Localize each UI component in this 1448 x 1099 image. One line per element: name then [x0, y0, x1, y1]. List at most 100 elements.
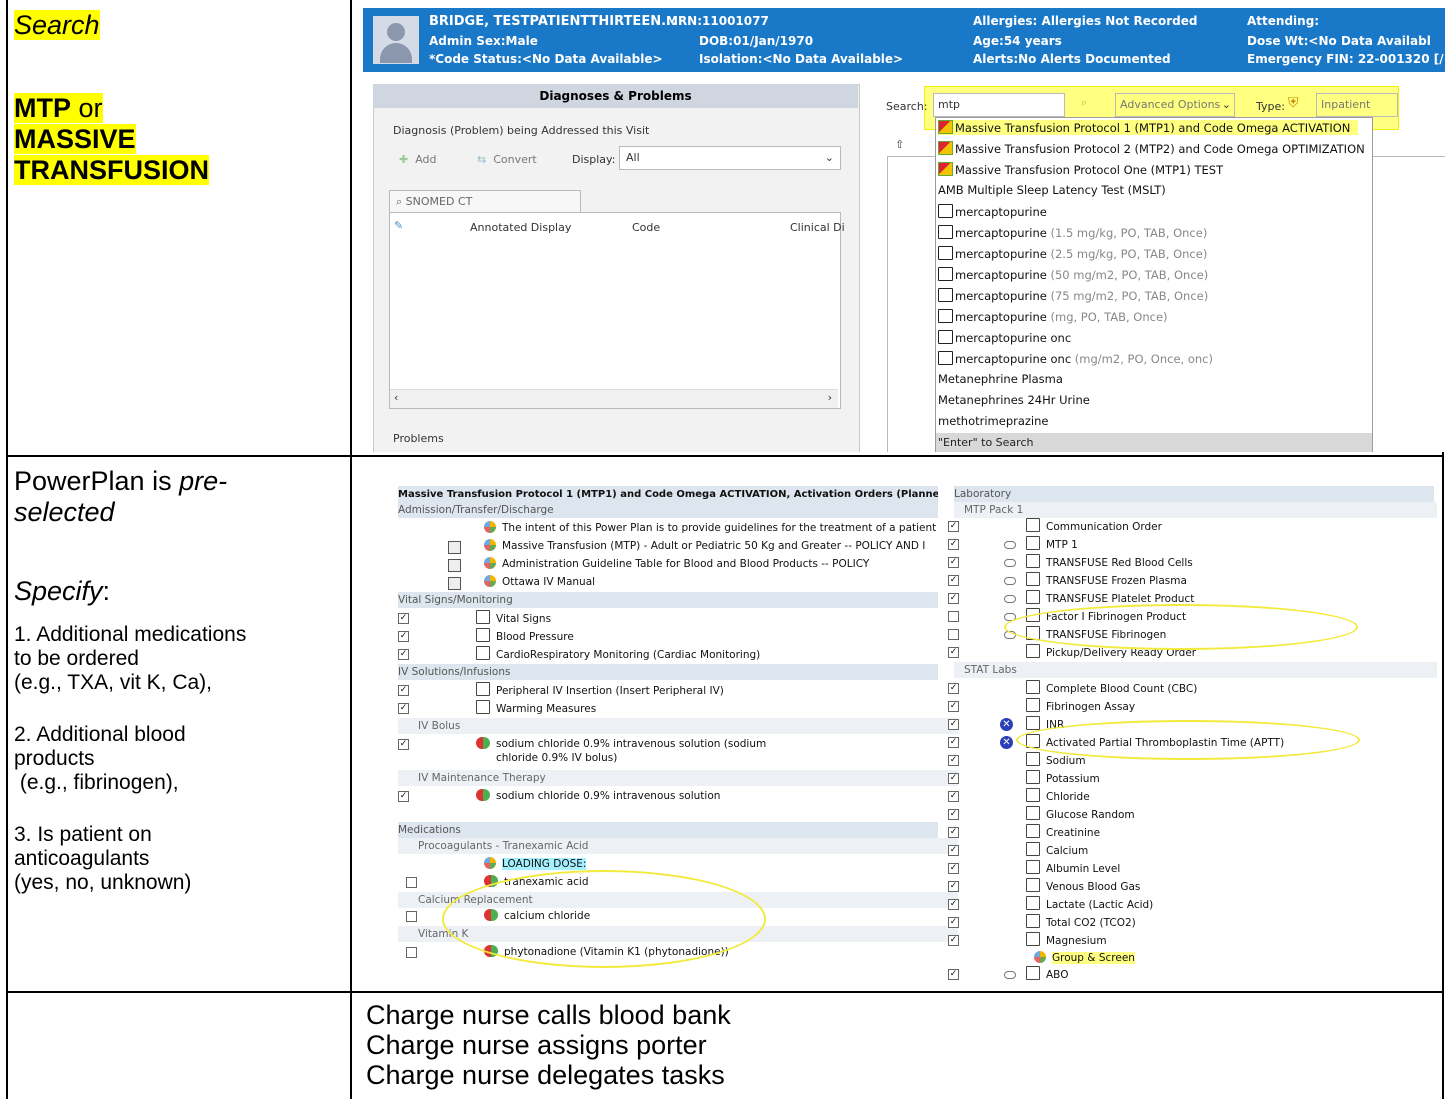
- mtp-order[interactable]: TRANSFUSE Red Blood Cells: [1026, 554, 1193, 571]
- document-icon[interactable]: [448, 577, 461, 590]
- mtp-order[interactable]: MTP 1: [1026, 536, 1078, 553]
- order-checkbox[interactable]: ✓: [398, 631, 409, 642]
- order-checkbox[interactable]: ✓: [948, 935, 959, 946]
- type-select[interactable]: Inpatient: [1316, 93, 1398, 117]
- search-result-item[interactable]: mercaptopurine onc: [938, 330, 1071, 345]
- order-search-input[interactable]: mtp: [933, 93, 1065, 117]
- order-checkbox[interactable]: ✓: [948, 701, 959, 712]
- adt-item[interactable]: Massive Transfusion (MTP) - Adult or Ped…: [484, 538, 925, 555]
- search-result-item[interactable]: Massive Transfusion Protocol 1 (MTP1) an…: [938, 120, 1358, 135]
- order-checkbox[interactable]: ✓: [948, 521, 959, 532]
- order-checkbox[interactable]: ✓: [948, 683, 959, 694]
- snomed-search[interactable]: ⌕ SNOMED CT: [389, 190, 581, 214]
- plan-note-icon: [484, 575, 496, 587]
- order-checkbox[interactable]: ✓: [398, 685, 409, 696]
- iv-order[interactable]: Peripheral IV Insertion (Insert Peripher…: [476, 682, 724, 699]
- search-result-item[interactable]: mercaptopurine: [938, 204, 1047, 219]
- advanced-options[interactable]: Advanced Options ⌄: [1115, 93, 1235, 117]
- order-checkbox[interactable]: ✓: [948, 791, 959, 802]
- cancel-x-icon[interactable]: ✕: [1000, 736, 1013, 749]
- stat-lab-order[interactable]: Potassium: [1026, 770, 1100, 787]
- order-checkbox[interactable]: [948, 629, 959, 640]
- stat-lab-order[interactable]: Magnesium: [1026, 932, 1107, 949]
- search-result-item[interactable]: AMB Multiple Sleep Latency Test (MSLT): [938, 183, 1166, 197]
- vitals-order[interactable]: Vital Signs: [476, 610, 551, 627]
- stat-lab-order[interactable]: Chloride: [1026, 788, 1090, 805]
- col-annotated-display[interactable]: Annotated Display: [470, 221, 571, 234]
- order-checkbox[interactable]: ✓: [948, 737, 959, 748]
- magnifier-icon[interactable]: ⌕: [1081, 96, 1087, 110]
- iv-order[interactable]: Warming Measures: [476, 700, 596, 717]
- order-checkbox[interactable]: ✓: [948, 773, 959, 784]
- order-checkbox[interactable]: ✓: [948, 881, 959, 892]
- stat-lab-order[interactable]: Lactate (Lactic Acid): [1026, 896, 1153, 913]
- display-label: Display:: [572, 153, 616, 166]
- order-checkbox[interactable]: ✓: [948, 827, 959, 838]
- order-checkbox[interactable]: [406, 911, 417, 922]
- order-checkbox[interactable]: ✓: [948, 557, 959, 568]
- stat-lab-order[interactable]: Glucose Random: [1026, 806, 1135, 823]
- order-checkbox[interactable]: ✓: [948, 917, 959, 928]
- stat-lab-order[interactable]: Calcium: [1026, 842, 1088, 859]
- scrollbar[interactable]: ‹ ›: [390, 389, 838, 408]
- search-result-item[interactable]: mercaptopurine (50 mg/m2, PO, TAB, Once): [938, 267, 1208, 282]
- document-icon[interactable]: [448, 541, 461, 554]
- order-checkbox[interactable]: ✓: [948, 575, 959, 586]
- order-checkbox[interactable]: [948, 611, 959, 622]
- search-result-item[interactable]: mercaptopurine (75 mg/m2, PO, TAB, Once): [938, 288, 1208, 303]
- order-checkbox[interactable]: [406, 947, 417, 958]
- patient-name[interactable]: BRIDGE, TESTPATIENTTHIRTEEN...: [429, 14, 676, 29]
- display-select[interactable]: All ⌄: [619, 146, 841, 170]
- search-result-item[interactable]: Metanephrine Plasma: [938, 372, 1063, 386]
- search-result-item[interactable]: mercaptopurine (1.5 mg/kg, PO, TAB, Once…: [938, 225, 1207, 240]
- mtp-order[interactable]: Communication Order: [1026, 518, 1162, 535]
- search-result-item[interactable]: mercaptopurine (mg, PO, TAB, Once): [938, 309, 1168, 324]
- vitals-order[interactable]: CardioRespiratory Monitoring (Cardiac Mo…: [476, 646, 760, 663]
- search-result-item[interactable]: mercaptopurine onc (mg/m2, PO, Once, onc…: [938, 351, 1213, 366]
- adt-item[interactable]: Ottawa IV Manual: [484, 574, 595, 591]
- order-checkbox[interactable]: ✓: [948, 899, 959, 910]
- order-checkbox[interactable]: ✓: [948, 809, 959, 820]
- order-checkbox[interactable]: ✓: [948, 969, 959, 980]
- order-checkbox[interactable]: ✓: [398, 791, 409, 802]
- maintenance-order[interactable]: sodium chloride 0.9% intravenous solutio…: [476, 788, 720, 805]
- document-icon[interactable]: [448, 559, 461, 572]
- order-checkbox[interactable]: ✓: [398, 649, 409, 660]
- search-result-item[interactable]: mercaptopurine (2.5 mg/kg, PO, TAB, Once…: [938, 246, 1207, 261]
- order-checkbox[interactable]: [406, 877, 417, 888]
- stat-lab-order[interactable]: Albumin Level: [1026, 860, 1120, 877]
- order-checkbox[interactable]: ✓: [948, 755, 959, 766]
- convert-button[interactable]: ⇆ Convert: [477, 153, 537, 166]
- stat-lab-order[interactable]: Creatinine: [1026, 824, 1100, 841]
- order-checkbox[interactable]: ✓: [398, 613, 409, 624]
- enter-to-search-row[interactable]: "Enter" to Search: [936, 433, 1372, 452]
- col-code[interactable]: Code: [632, 221, 660, 234]
- search-result-item[interactable]: Massive Transfusion Protocol One (MTP1) …: [938, 162, 1223, 177]
- adt-item[interactable]: Administration Guideline Table for Blood…: [484, 556, 869, 573]
- order-checkbox[interactable]: ✓: [948, 845, 959, 856]
- search-result-item[interactable]: methotrimeprazine: [938, 414, 1049, 428]
- abo-order[interactable]: ABO: [1026, 966, 1068, 983]
- stat-lab-order[interactable]: Venous Blood Gas: [1026, 878, 1140, 895]
- up-arrow-icon[interactable]: ⇧: [895, 138, 904, 151]
- stat-lab-order[interactable]: Complete Blood Count (CBC): [1026, 680, 1197, 697]
- order-icon: [1026, 896, 1040, 910]
- order-checkbox[interactable]: ✓: [948, 863, 959, 874]
- order-checkbox[interactable]: ✓: [948, 719, 959, 730]
- order-checkbox[interactable]: ✓: [948, 593, 959, 604]
- search-result-item[interactable]: Metanephrines 24Hr Urine: [938, 393, 1090, 407]
- stat-lab-order[interactable]: Fibrinogen Assay: [1026, 698, 1135, 715]
- order-checkbox[interactable]: ✓: [948, 647, 959, 658]
- cancel-x-icon[interactable]: ✕: [1000, 718, 1013, 731]
- order-checkbox[interactable]: ✓: [948, 539, 959, 550]
- group-screen-note[interactable]: Group & Screen: [1034, 950, 1135, 967]
- order-checkbox[interactable]: ✓: [398, 739, 409, 750]
- mtp-order[interactable]: TRANSFUSE Frozen Plasma: [1026, 572, 1187, 589]
- order-checkbox[interactable]: ✓: [398, 703, 409, 714]
- vitals-order[interactable]: Blood Pressure: [476, 628, 574, 645]
- search-result-item[interactable]: Massive Transfusion Protocol 2 (MTP2) an…: [938, 141, 1365, 156]
- col-clinical[interactable]: Clinical Di: [790, 221, 845, 234]
- adt-item[interactable]: The intent of this Power Plan is to prov…: [484, 520, 936, 537]
- stat-lab-order[interactable]: Total CO2 (TCO2): [1026, 914, 1136, 931]
- add-button[interactable]: ✚ Add: [399, 153, 437, 166]
